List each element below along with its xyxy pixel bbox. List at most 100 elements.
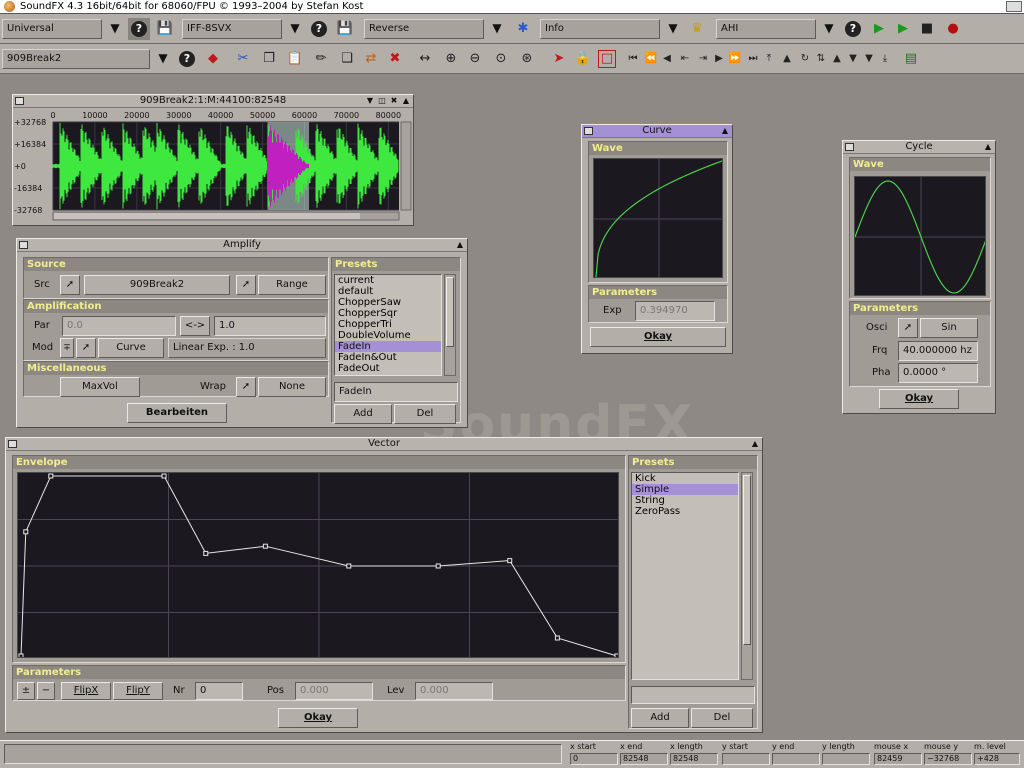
preset-name-field[interactable]: FadeIn: [334, 382, 458, 402]
src-button[interactable]: 909Break2: [84, 275, 230, 295]
range-button[interactable]: Range: [258, 275, 326, 295]
depth-gadget-icon[interactable]: ▲: [983, 142, 993, 152]
list-item[interactable]: Kick: [632, 473, 738, 484]
chevron-down-icon[interactable]: ▼: [154, 49, 172, 69]
cycle-titlebar[interactable]: Cycle ▲: [843, 141, 995, 154]
list-item[interactable]: DoubleVolume: [335, 330, 441, 341]
osci-popup-icon[interactable]: ➚: [898, 318, 918, 338]
help-button[interactable]: ?: [308, 18, 330, 40]
delete-preset-button[interactable]: Del: [394, 404, 456, 424]
list-item[interactable]: FadeIn: [335, 341, 441, 352]
copy-icon[interactable]: ❐: [258, 48, 280, 70]
sample-window-titlebar[interactable]: 909Break2:1:M:44100:82548 ▼ ◫ ✖ ▲: [13, 95, 413, 108]
save-disk-icon[interactable]: 💾: [334, 18, 356, 40]
cycle-window[interactable]: Cycle ▲ Wave Parameters Osci ➚ Sin Frq 4…: [842, 140, 996, 414]
delete-preset-button[interactable]: Del: [691, 708, 753, 728]
depth-gadget-icon[interactable]: ▲: [401, 96, 411, 106]
list-item[interactable]: default: [335, 286, 441, 297]
close-icon[interactable]: [19, 241, 28, 249]
depth-gadget-icon[interactable]: ▲: [750, 439, 760, 449]
envelope-point[interactable]: [614, 653, 619, 658]
profile-field[interactable]: Universal: [2, 19, 102, 39]
list-item[interactable]: Simple: [632, 484, 738, 495]
help-button[interactable]: ?: [128, 18, 150, 40]
envelope-plot[interactable]: [17, 472, 619, 658]
cycle-okay-button[interactable]: Okay: [879, 389, 959, 409]
envelope-point[interactable]: [435, 563, 441, 569]
preset-name-field[interactable]: [631, 686, 755, 704]
flipy-button[interactable]: FlipY: [113, 682, 163, 700]
envelope-point[interactable]: [507, 558, 513, 564]
zoom-in-icon[interactable]: ⊕: [440, 48, 462, 70]
zoom-out-icon[interactable]: ⊖: [464, 48, 486, 70]
paste-icon[interactable]: 📋: [284, 48, 306, 70]
src-popup-icon[interactable]: ➚: [60, 275, 80, 295]
close-x-icon[interactable]: ✖: [389, 96, 399, 106]
lev-field[interactable]: 0.000: [415, 682, 493, 700]
loader-field[interactable]: IFF-8SVX: [182, 19, 282, 39]
add-preset-button[interactable]: Add: [334, 404, 392, 424]
mod-popup-icon[interactable]: ➚: [76, 338, 96, 358]
list-item[interactable]: String: [632, 495, 738, 506]
scroll-lr-icon[interactable]: ↔: [414, 48, 436, 70]
preset-scrollbar[interactable]: [444, 274, 456, 376]
range-popup-icon[interactable]: ➚: [236, 275, 256, 295]
mod-toggle-button[interactable]: ∓: [60, 338, 74, 358]
list-item[interactable]: ChopperSaw: [335, 297, 441, 308]
pencil-icon[interactable]: ✏: [310, 48, 332, 70]
depth-gadget-icon[interactable]: [1006, 1, 1022, 12]
sample-select-field[interactable]: 909Break2: [2, 49, 150, 69]
list-item[interactable]: FadeOut: [335, 363, 441, 374]
par-start-field[interactable]: 0.0: [62, 316, 176, 336]
curve-window[interactable]: Curve ▲ Wave Parameters Exp 0.394970 Oka…: [581, 124, 733, 354]
envelope-point[interactable]: [203, 550, 209, 556]
close-icon[interactable]: [8, 440, 17, 448]
range-select-icon[interactable]: □: [598, 50, 616, 68]
help-button[interactable]: ?: [176, 48, 198, 70]
curve-titlebar[interactable]: Curve ▲: [582, 125, 732, 138]
mixer-icon[interactable]: ▤: [900, 48, 922, 70]
vector-window[interactable]: Vector ▲ Envelope Parameters ± − FlipX F…: [5, 437, 763, 733]
envelope-point[interactable]: [48, 473, 54, 479]
depth-gadget-icon[interactable]: ▲: [455, 240, 465, 250]
amplify-titlebar[interactable]: Amplify ▲: [17, 239, 467, 252]
operator-field[interactable]: Reverse: [364, 19, 484, 39]
info-field[interactable]: Info: [540, 19, 660, 39]
nr-field[interactable]: 0: [195, 682, 243, 700]
envelope-point[interactable]: [262, 543, 268, 549]
vector-okay-button[interactable]: Okay: [278, 708, 358, 728]
par-end-field[interactable]: 1.0: [214, 316, 326, 336]
minus-button[interactable]: −: [37, 682, 55, 700]
sample-window[interactable]: 909Break2:1:M:44100:82548 ▼ ◫ ✖ ▲ 0 10000…: [12, 94, 414, 226]
add-preset-button[interactable]: Add: [631, 708, 689, 728]
frq-field[interactable]: 40.000000 hz: [898, 341, 978, 361]
cut-icon[interactable]: ✂: [232, 48, 254, 70]
curve-okay-button[interactable]: Okay: [590, 327, 726, 347]
list-item[interactable]: FadeIn&Out: [335, 352, 441, 363]
amplify-preset-list[interactable]: current default ChopperSaw ChopperSqr Choppe…: [334, 274, 442, 376]
close-icon[interactable]: [584, 127, 593, 135]
list-item[interactable]: current: [335, 275, 441, 286]
waveform-view[interactable]: 0 10000 20000 30000 40000 50000 60000 70000 8000…: [13, 108, 413, 225]
vector-titlebar[interactable]: Vector ▲: [6, 438, 762, 451]
chevron-down-icon[interactable]: ▼: [286, 19, 304, 39]
stop-icon[interactable]: ■: [916, 18, 938, 40]
envelope-point[interactable]: [18, 653, 24, 658]
list-item[interactable]: ChopperTri: [335, 319, 441, 330]
lock-icon[interactable]: 🔒: [572, 48, 594, 70]
maxvol-button[interactable]: MaxVol: [60, 377, 140, 397]
zoom-range-icon[interactable]: ⊙: [490, 48, 512, 70]
duplicate-icon[interactable]: ❏: [336, 48, 358, 70]
chevron-down-icon[interactable]: ▼: [106, 19, 124, 39]
zoom-gadget-icon[interactable]: ◫: [377, 96, 387, 106]
envelope-point[interactable]: [346, 563, 352, 569]
osci-button[interactable]: Sin: [920, 318, 978, 338]
pos-field[interactable]: 0.000: [295, 682, 373, 700]
amplify-window[interactable]: Amplify ▲ Source Src ➚ 909Break2 ➚ Range…: [16, 238, 468, 428]
curve-plot[interactable]: [593, 158, 723, 278]
edit-button[interactable]: Bearbeiten: [127, 403, 227, 423]
envelope-point[interactable]: [161, 473, 167, 479]
close-icon[interactable]: [15, 97, 24, 105]
pha-field[interactable]: 0.0000 °: [898, 363, 978, 383]
preset-scrollbar[interactable]: [741, 472, 753, 680]
